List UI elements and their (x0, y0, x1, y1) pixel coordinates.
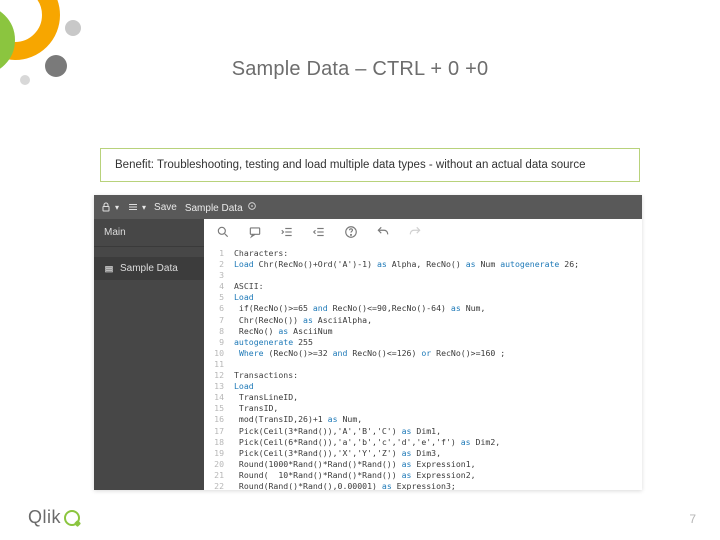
menu-icon[interactable]: ▾ (127, 201, 146, 213)
sections-sidebar: Main Sample Data (94, 219, 204, 490)
editor-icon-toolbar (204, 219, 642, 245)
breadcrumb-label: Sample Data (185, 203, 243, 214)
sidebar-header: Main (94, 219, 204, 247)
page-number: 7 (689, 512, 696, 526)
editor-top-toolbar: ▾ ▾ Save Sample Data (94, 195, 642, 219)
breadcrumb: Sample Data (185, 201, 258, 214)
editor-column: 1234567891011121314151617181920212223242… (204, 219, 642, 490)
dropdown-icon (247, 201, 257, 211)
line-gutter: 1234567891011121314151617181920212223242… (204, 245, 230, 490)
undo-icon[interactable] (376, 225, 390, 239)
section-icon (104, 264, 114, 274)
help-icon[interactable] (344, 225, 358, 239)
footer-brand: Qlik (28, 507, 80, 528)
search-icon[interactable] (216, 225, 230, 239)
sidebar-item-label: Sample Data (120, 263, 178, 274)
comment-icon[interactable] (248, 225, 262, 239)
save-button[interactable]: Save (154, 202, 177, 213)
code-content[interactable]: Characters:Load Chr(RecNo()+Ord('A')-1) … (230, 245, 642, 490)
redo-icon (408, 225, 422, 239)
page-title: Sample Data – CTRL + 0 +0 (0, 58, 720, 81)
brand-mark-icon (64, 510, 80, 526)
brand-text: Qlik (28, 507, 61, 528)
benefit-callout: Benefit: Troubleshooting, testing and lo… (100, 148, 640, 182)
sidebar-item-sample-data[interactable]: Sample Data (94, 257, 204, 280)
script-editor-window: ▾ ▾ Save Sample Data Main Sample Data (94, 195, 642, 490)
outdent-icon[interactable] (312, 225, 326, 239)
indent-icon[interactable] (280, 225, 294, 239)
lock-icon[interactable]: ▾ (100, 201, 119, 213)
code-editor[interactable]: 1234567891011121314151617181920212223242… (204, 245, 642, 490)
